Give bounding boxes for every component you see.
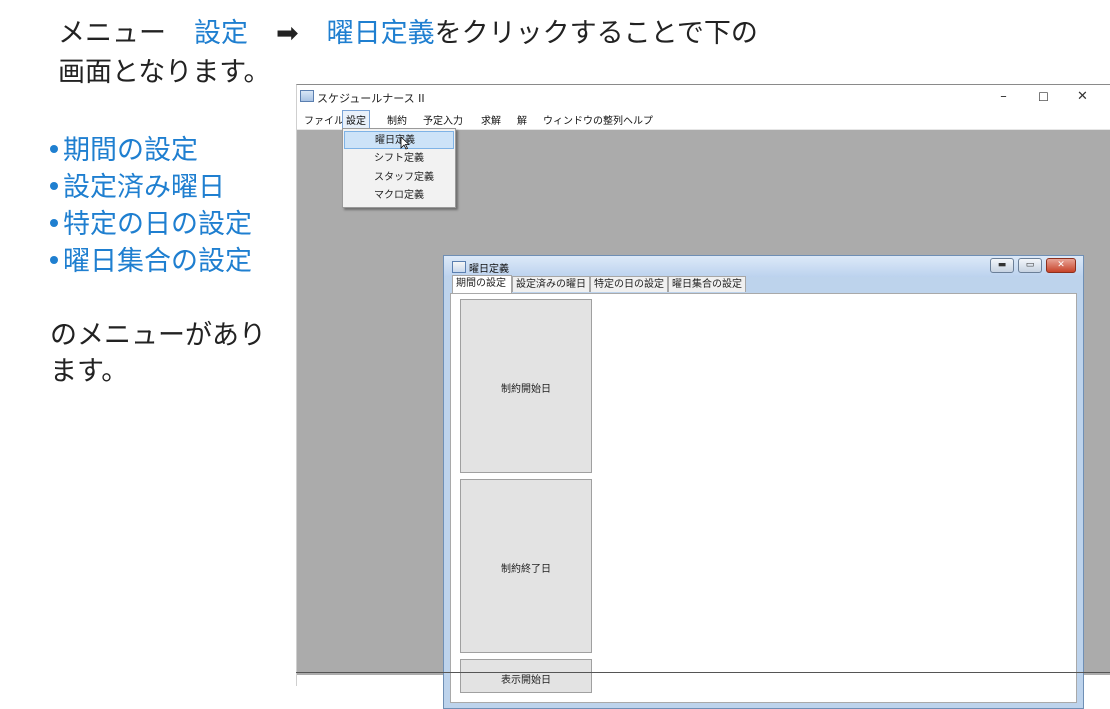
bullet-dot-icon: [50, 218, 58, 227]
heading-target-word: 曜日定義: [326, 18, 435, 49]
constraint-end-date-panel[interactable]: 制約終了日: [460, 479, 592, 653]
child-minimize-icon[interactable]: ▬: [990, 258, 1014, 273]
display-start-date-label: 表示開始日: [501, 675, 551, 686]
arrow-icon: ➡: [276, 18, 299, 49]
bullet-item: 期間の設定: [50, 132, 252, 169]
bullet-dot-icon: [50, 255, 58, 264]
heading-setting-word: 設定: [194, 18, 248, 49]
child-title: 曜日定義: [469, 264, 509, 275]
menu-window-arrange[interactable]: ウィンドウの整列: [543, 112, 623, 127]
menu-help[interactable]: ヘルプ: [623, 112, 653, 127]
tab-period-settings[interactable]: 期間の設定: [452, 275, 512, 293]
display-start-date-panel[interactable]: 表示開始日: [460, 659, 592, 693]
child-titlebar[interactable]: 曜日定義 ▬ ▭ ✕: [444, 256, 1083, 277]
constraint-start-date-panel[interactable]: 制約開始日: [460, 299, 592, 473]
bullet-dot-icon: [50, 144, 58, 153]
tab-page: 制約開始日 制約終了日 表示開始日: [450, 293, 1077, 703]
child-close-icon[interactable]: ✕: [1046, 258, 1076, 273]
child-restore-icon[interactable]: ▭: [1018, 258, 1042, 273]
app-title: スケジュールナース II: [317, 92, 425, 105]
heading-line-2: 画面となります。: [58, 57, 271, 88]
bullet-item: 曜日集合の設定: [50, 243, 252, 280]
heading-line-1: メニュー 設定 ➡ 曜日定義をクリックすることで下の: [58, 16, 758, 52]
menu-file[interactable]: ファイル: [304, 112, 344, 127]
maximize-icon[interactable]: ☐: [1025, 85, 1062, 109]
tab-specific-day-settings[interactable]: 特定の日の設定: [590, 276, 668, 292]
bullet-item: 特定の日の設定: [50, 206, 252, 243]
tab-weekday-set-settings[interactable]: 曜日集合の設定: [668, 276, 746, 292]
app-titlebar[interactable]: スケジュールナース II – ☐ ✕: [297, 85, 1110, 109]
menu-solution[interactable]: 解: [517, 112, 527, 127]
constraint-start-date-label: 制約開始日: [501, 384, 551, 395]
weekday-definition-window: 曜日定義 ▬ ▭ ✕ 期間の設定 設定済みの曜日 特定の日の設定 曜日集合の設定…: [443, 255, 1084, 709]
constraint-end-date-label: 制約終了日: [501, 564, 551, 575]
menu-solve[interactable]: 求解: [481, 112, 501, 127]
bullet-dot-icon: [50, 181, 58, 190]
bottom-rule: [296, 672, 1110, 673]
minimize-icon[interactable]: –: [985, 85, 1022, 109]
menu-item-shift-definition[interactable]: シフト定義: [344, 150, 454, 168]
menu-note: のメニューがあります。: [50, 320, 266, 387]
bullet-list: 期間の設定 設定済み曜日 特定の日の設定 曜日集合の設定: [50, 132, 252, 280]
app-icon[interactable]: [300, 90, 314, 102]
menu-item-staff-definition[interactable]: スタッフ定義: [344, 169, 454, 187]
menu-item-weekday-definition[interactable]: 曜日定義: [344, 131, 454, 149]
menu-schedule-input[interactable]: 予定入力: [423, 112, 463, 127]
menu-constraints[interactable]: 制約: [387, 112, 407, 127]
heading-rest: をクリックすることで下の: [434, 18, 758, 49]
child-window-icon[interactable]: [452, 261, 466, 273]
heading-menu-word: メニュー: [58, 18, 166, 49]
app-window: スケジュールナース II – ☐ ✕ ファイル 設定 制約 予定入力 求解 解 …: [296, 84, 1110, 709]
bullet-item: 設定済み曜日: [50, 169, 252, 206]
menu-bar: ファイル 設定 制約 予定入力 求解 解 ウィンドウの整列 ヘルプ: [297, 109, 1110, 130]
mouse-cursor-icon: [400, 136, 410, 150]
mdi-workspace: 曜日定義 ▬ ▭ ✕ 期間の設定 設定済みの曜日 特定の日の設定 曜日集合の設定…: [297, 130, 1110, 709]
menu-settings[interactable]: 設定: [342, 110, 370, 129]
menu-item-macro-definition[interactable]: マクロ定義: [344, 187, 454, 205]
tab-configured-weekdays[interactable]: 設定済みの曜日: [512, 276, 590, 292]
settings-dropdown: 曜日定義 シフト定義 スタッフ定義 マクロ定義: [342, 128, 456, 208]
close-icon[interactable]: ✕: [1064, 85, 1101, 109]
